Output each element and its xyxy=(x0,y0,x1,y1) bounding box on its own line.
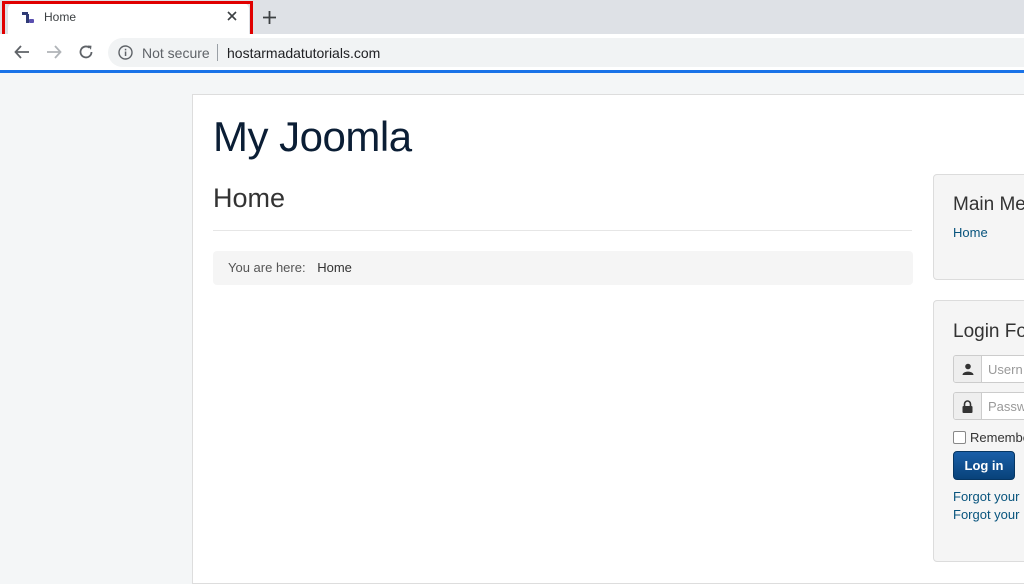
main-menu-title: Main Me xyxy=(953,194,1024,215)
username-group xyxy=(953,355,1024,383)
menu-item-home[interactable]: Home xyxy=(953,225,988,240)
breadcrumb: You are here: Home xyxy=(213,251,913,285)
breadcrumb-prefix: You are here: xyxy=(228,260,306,275)
username-input[interactable] xyxy=(982,356,1024,382)
user-icon xyxy=(954,356,982,382)
forward-arrow-icon[interactable] xyxy=(44,42,64,62)
remember-me-row[interactable]: Remembe xyxy=(953,430,1024,445)
address-bar[interactable]: Not secure hostarmadatutorials.com xyxy=(108,38,1024,67)
joomla-favicon-icon xyxy=(21,11,35,25)
page-load-bar xyxy=(0,70,1024,73)
security-status[interactable]: Not secure xyxy=(142,45,210,61)
site-title[interactable]: My Joomla xyxy=(213,113,412,161)
tab-title: Home xyxy=(44,10,77,24)
tab-strip: Home xyxy=(0,0,1024,39)
lock-icon xyxy=(954,393,982,419)
password-group xyxy=(953,392,1024,420)
new-tab-icon[interactable] xyxy=(260,8,278,26)
info-icon[interactable] xyxy=(118,45,133,60)
breadcrumb-current: Home xyxy=(317,260,352,275)
remember-me-checkbox[interactable] xyxy=(953,431,966,444)
password-input[interactable] xyxy=(982,393,1024,419)
browser-tab-home[interactable]: Home xyxy=(8,3,249,34)
forgot-username-link[interactable]: Forgot your xyxy=(953,507,1019,522)
login-form-title: Login Fo xyxy=(953,321,1024,342)
back-arrow-icon[interactable] xyxy=(12,42,32,62)
browser-toolbar: Not secure hostarmadatutorials.com xyxy=(0,34,1024,71)
page-body xyxy=(192,94,1024,584)
main-menu-module: Main Me Home xyxy=(933,174,1024,280)
reload-icon[interactable] xyxy=(76,42,96,62)
heading-divider xyxy=(213,230,912,231)
close-tab-icon[interactable] xyxy=(224,8,240,24)
login-form-module: Login Fo Remembe Log in Forgot your Forg… xyxy=(933,300,1024,562)
remember-me-label: Remembe xyxy=(970,430,1024,445)
omnibox-divider xyxy=(217,44,218,61)
forgot-password-link[interactable]: Forgot your xyxy=(953,489,1019,504)
page-heading: Home xyxy=(213,183,286,213)
url-text[interactable]: hostarmadatutorials.com xyxy=(227,45,380,61)
login-button[interactable]: Log in xyxy=(953,451,1015,480)
